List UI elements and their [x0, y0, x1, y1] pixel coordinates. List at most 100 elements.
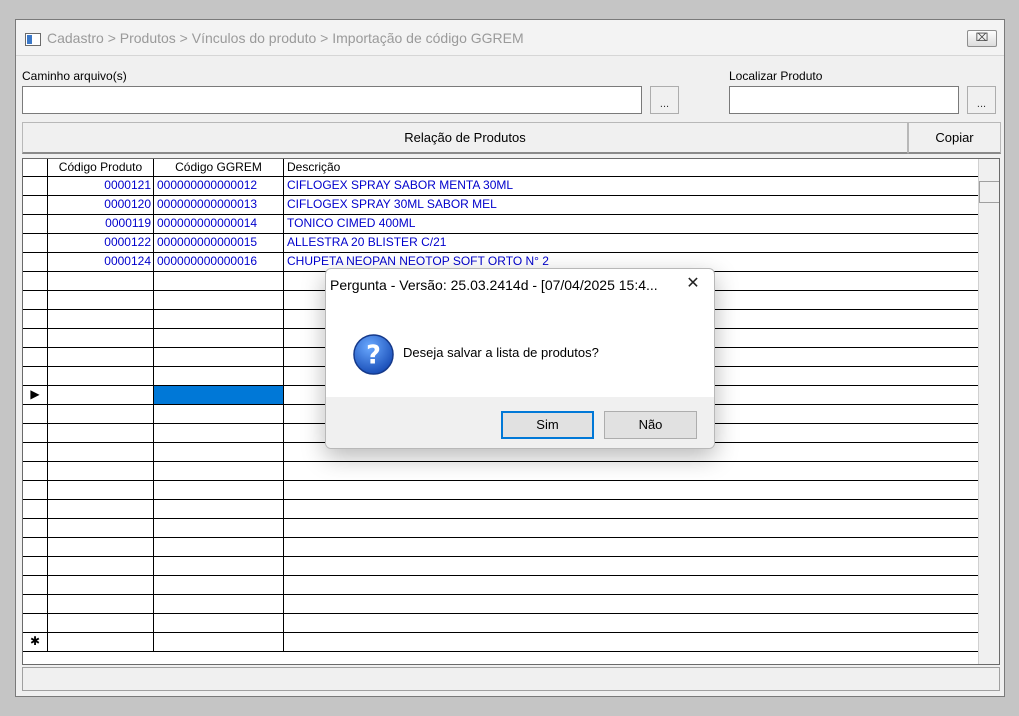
header-ggrem-code[interactable]: Código GGREM — [154, 159, 284, 177]
yes-button[interactable]: Sim — [501, 411, 594, 439]
table-row[interactable] — [23, 538, 978, 557]
ggrem-code-cell[interactable] — [154, 424, 284, 442]
svg-text:?: ? — [366, 339, 381, 369]
product-code-cell[interactable] — [48, 595, 154, 613]
ggrem-code-cell[interactable] — [154, 595, 284, 613]
description-cell[interactable] — [284, 538, 978, 556]
table-row[interactable] — [23, 614, 978, 633]
relation-products-button[interactable]: Relação de Produtos — [22, 122, 908, 154]
product-code-cell[interactable] — [48, 557, 154, 575]
row-indicator — [23, 519, 48, 537]
product-code-cell[interactable] — [48, 310, 154, 328]
product-code-cell[interactable] — [48, 405, 154, 423]
ggrem-code-cell[interactable]: 000000000000012 — [154, 177, 284, 195]
header-description[interactable]: Descrição — [284, 159, 978, 177]
table-row[interactable] — [23, 481, 978, 500]
product-code-cell[interactable] — [48, 462, 154, 480]
ggrem-code-cell[interactable] — [154, 367, 284, 385]
description-cell[interactable] — [284, 614, 978, 632]
confirm-dialog: Pergunta - Versão: 25.03.2414d - [07/04/… — [325, 268, 715, 449]
ggrem-code-cell[interactable] — [154, 538, 284, 556]
description-cell[interactable] — [284, 557, 978, 575]
product-code-cell[interactable] — [48, 633, 154, 651]
product-code-cell[interactable] — [48, 348, 154, 366]
product-code-cell[interactable]: 0000122 — [48, 234, 154, 252]
product-code-cell[interactable]: 0000119 — [48, 215, 154, 233]
grid-header: Código Produto Código GGREM Descrição — [23, 159, 978, 177]
product-code-cell[interactable] — [48, 519, 154, 537]
product-code-cell[interactable] — [48, 614, 154, 632]
ggrem-code-cell[interactable] — [154, 576, 284, 594]
description-cell[interactable] — [284, 633, 978, 651]
ggrem-code-cell[interactable] — [154, 481, 284, 499]
table-row[interactable] — [23, 500, 978, 519]
product-code-cell[interactable] — [48, 500, 154, 518]
table-row[interactable] — [23, 576, 978, 595]
product-code-cell[interactable]: 0000124 — [48, 253, 154, 271]
description-cell[interactable] — [284, 500, 978, 518]
ggrem-code-cell[interactable] — [154, 386, 284, 404]
table-row[interactable]: 0000119 000000000000014 TONICO CIMED 400ML — [23, 215, 978, 234]
path-input[interactable] — [22, 86, 642, 114]
path-browse-button[interactable]: ... — [650, 86, 679, 114]
ggrem-code-cell[interactable]: 000000000000016 — [154, 253, 284, 271]
product-code-cell[interactable]: 0000120 — [48, 196, 154, 214]
ggrem-code-cell[interactable] — [154, 519, 284, 537]
row-indicator — [23, 329, 48, 347]
table-row[interactable]: 0000121 000000000000012 CIFLOGEX SPRAY SAB… — [23, 177, 978, 196]
ggrem-code-cell[interactable]: 000000000000015 — [154, 234, 284, 252]
ggrem-code-cell[interactable] — [154, 272, 284, 290]
product-code-cell[interactable] — [48, 538, 154, 556]
ggrem-code-cell[interactable] — [154, 462, 284, 480]
description-cell[interactable] — [284, 576, 978, 594]
product-code-cell[interactable] — [48, 329, 154, 347]
product-code-cell[interactable]: 0000121 — [48, 177, 154, 195]
ggrem-code-cell[interactable] — [154, 614, 284, 632]
dialog-close-icon[interactable]: ✕ — [682, 273, 704, 295]
description-cell[interactable] — [284, 481, 978, 499]
description-cell[interactable]: CIFLOGEX SPRAY 30ML SABOR MEL — [284, 196, 978, 214]
ggrem-code-cell[interactable]: 000000000000014 — [154, 215, 284, 233]
ggrem-code-cell[interactable] — [154, 291, 284, 309]
product-code-cell[interactable] — [48, 272, 154, 290]
table-row[interactable]: 0000122 000000000000015 ALLESTRA 20 BLISTE… — [23, 234, 978, 253]
product-code-cell[interactable] — [48, 367, 154, 385]
product-code-cell[interactable] — [48, 291, 154, 309]
row-indicator — [23, 443, 48, 461]
table-row[interactable] — [23, 557, 978, 576]
table-row[interactable] — [23, 595, 978, 614]
table-row[interactable]: 0000120 000000000000013 CIFLOGEX SPRAY 30M… — [23, 196, 978, 215]
ggrem-code-cell[interactable] — [154, 557, 284, 575]
description-cell[interactable] — [284, 519, 978, 537]
product-code-cell[interactable] — [48, 443, 154, 461]
ggrem-code-cell[interactable] — [154, 500, 284, 518]
ggrem-code-cell[interactable] — [154, 443, 284, 461]
header-product-code[interactable]: Código Produto — [48, 159, 154, 177]
locate-product-input[interactable] — [729, 86, 959, 114]
ggrem-code-cell[interactable] — [154, 405, 284, 423]
ggrem-code-cell[interactable] — [154, 348, 284, 366]
table-row[interactable] — [23, 462, 978, 481]
ggrem-code-cell[interactable] — [154, 329, 284, 347]
table-row[interactable] — [23, 519, 978, 538]
product-code-cell[interactable] — [48, 386, 154, 404]
ggrem-code-cell[interactable] — [154, 310, 284, 328]
product-code-cell[interactable] — [48, 481, 154, 499]
copy-button[interactable]: Copiar — [908, 122, 1001, 154]
description-cell[interactable] — [284, 462, 978, 480]
description-cell[interactable]: CIFLOGEX SPRAY SABOR MENTA 30ML — [284, 177, 978, 195]
no-button[interactable]: Não — [604, 411, 697, 439]
description-cell[interactable] — [284, 595, 978, 613]
ggrem-code-cell[interactable]: 000000000000013 — [154, 196, 284, 214]
description-cell[interactable]: ALLESTRA 20 BLISTER C/21 — [284, 234, 978, 252]
product-code-cell[interactable] — [48, 576, 154, 594]
row-indicator — [23, 614, 48, 632]
grid-scrollbar[interactable] — [978, 159, 999, 664]
window-close-button[interactable]: ⌧ — [967, 30, 997, 47]
ggrem-code-cell[interactable] — [154, 633, 284, 651]
locate-browse-button[interactable]: ... — [967, 86, 996, 114]
scroll-thumb[interactable] — [979, 181, 999, 203]
description-cell[interactable]: TONICO CIMED 400ML — [284, 215, 978, 233]
product-code-cell[interactable] — [48, 424, 154, 442]
table-row[interactable]: ✱ — [23, 633, 978, 652]
